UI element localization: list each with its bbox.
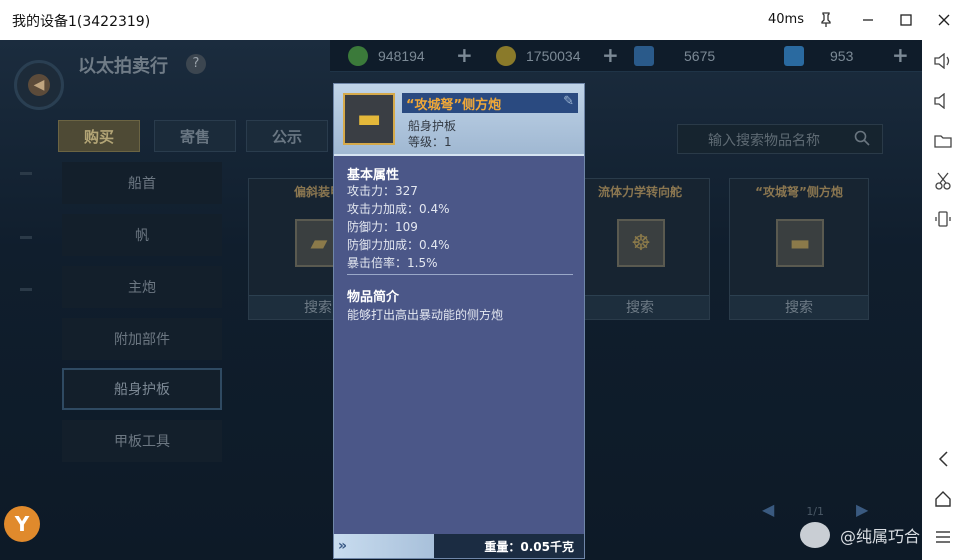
cannon-item-icon: ▬ (343, 93, 395, 145)
divider-dash (20, 236, 32, 239)
volume-down-icon[interactable] (930, 88, 956, 114)
maximize-icon[interactable] (892, 6, 920, 34)
category-hull-plate[interactable]: 船身护板 (62, 368, 222, 410)
app-logo[interactable]: Y (4, 506, 40, 542)
window-title: 我的设备1(3422319) (12, 14, 151, 30)
search-placeholder: 输入搜索物品名称 (708, 133, 820, 149)
intro-text: 能够打出高出暴动能的侧方炮 (347, 308, 504, 322)
resource-1-value: 948194 (378, 48, 425, 64)
item-name-text: “攻城弩”侧方炮 (406, 98, 502, 113)
menu-icon[interactable] (930, 524, 956, 550)
window-titlebar: 我的设备1(3422319) 40ms (0, 0, 964, 40)
category-sail[interactable]: 帆 (62, 214, 222, 256)
gold-coin-icon (496, 46, 516, 66)
item-weight: 重量：0.05千克 (484, 540, 574, 554)
category-attachments[interactable]: 附加部件 (62, 318, 222, 360)
close-icon[interactable] (930, 6, 958, 34)
rotate-icon[interactable] (930, 206, 956, 232)
popup-footer: » 重量：0.05千克 (334, 534, 584, 558)
blue-card-icon (634, 46, 654, 66)
pagination: ◀ 1/1 ▶ (762, 500, 868, 519)
tab-buy[interactable]: 购买 (58, 120, 140, 152)
add-resource-4-button[interactable]: + (892, 43, 909, 67)
green-coin-icon (348, 46, 368, 66)
item-type: 船身护板 (408, 119, 457, 133)
edit-icon[interactable]: ✎ (563, 94, 574, 109)
popup-header: ▬ “攻城弩”侧方炮 ✎ 船身护板 等级：1 (334, 84, 584, 156)
item-card[interactable]: 流体力学转向舵 ☸ 搜索 (570, 178, 710, 320)
resource-2: 1750034 (496, 46, 581, 66)
resource-4: 953 (784, 46, 853, 66)
attr-attack-bonus: 攻击力加成：0.4% (347, 202, 450, 216)
game-screen: 948194 + 1750034 + 5675 953 + ◀ 以太拍卖行 ? … (0, 40, 922, 560)
add-resource-1-button[interactable]: + (456, 43, 473, 67)
divider-dash (20, 288, 32, 291)
item-detail-popup[interactable]: ▬ “攻城弩”侧方炮 ✎ 船身护板 等级：1 基本属性 攻击力：327 攻击力加… (333, 83, 585, 559)
watermark-text: @纯属巧合 (840, 527, 921, 546)
item-name: “攻城弩”侧方炮 ✎ (402, 93, 578, 113)
pin-icon[interactable] (812, 6, 840, 34)
item-card-title: 流体力学转向舵 (597, 185, 682, 199)
item-meta: 船身护板 等级：1 (408, 118, 456, 150)
category-bow[interactable]: 船首 (62, 162, 222, 204)
tab-public[interactable]: 公示 (246, 120, 328, 152)
cannon-item-icon: ▬ (776, 219, 824, 267)
attr-crit: 暴击倍率：1.5% (347, 256, 438, 270)
page-title: 以太拍卖行 (78, 56, 168, 77)
next-page-icon[interactable]: ▶ (856, 500, 868, 519)
back-icon[interactable] (930, 446, 956, 472)
item-card-title: “攻城弩”侧方炮 (755, 185, 843, 199)
minimize-icon[interactable] (854, 6, 882, 34)
tab-consign[interactable]: 寄售 (154, 120, 236, 152)
scissors-icon[interactable] (930, 168, 956, 194)
volume-up-icon[interactable] (930, 48, 956, 74)
resource-3: 5675 (634, 46, 715, 66)
resource-1: 948194 (348, 46, 425, 66)
watermark: @纯属巧合 (800, 522, 920, 548)
prev-page-icon[interactable]: ◀ (762, 500, 774, 519)
intro-title: 物品简介 (347, 290, 400, 305)
popup-divider (347, 274, 573, 275)
category-deck-tools[interactable]: 甲板工具 (62, 420, 222, 462)
home-icon[interactable] (930, 486, 956, 512)
folder-icon[interactable] (930, 128, 956, 154)
category-main-cannon[interactable]: 主炮 (62, 266, 222, 308)
search-button[interactable]: 搜索 (730, 295, 868, 319)
search-input[interactable]: 输入搜索物品名称 (677, 124, 883, 154)
resource-4-value: 953 (830, 48, 854, 64)
basic-attr-title: 基本属性 (347, 168, 400, 183)
add-resource-2-button[interactable]: + (602, 43, 619, 67)
search-button[interactable]: 搜索 (571, 295, 709, 319)
attr-defense-bonus: 防御力加成：0.4% (347, 238, 450, 252)
resource-bar: 948194 + 1750034 + 5675 953 + (330, 40, 922, 72)
latency-label: 40ms (768, 12, 804, 27)
attr-attack: 攻击力：327 (347, 184, 418, 198)
divider-dash (20, 172, 32, 175)
rudder-item-icon: ☸ (617, 219, 665, 267)
help-icon[interactable]: ? (186, 54, 206, 74)
chevron-right-icon: » (334, 534, 434, 558)
attr-defense: 防御力：109 (347, 220, 418, 234)
back-button[interactable]: ◀ (14, 60, 64, 110)
page-number: 1/1 (806, 505, 825, 518)
blue-gem-icon (784, 46, 804, 66)
resource-2-value: 1750034 (526, 48, 581, 64)
search-icon[interactable] (854, 130, 870, 150)
wechat-icon (800, 522, 830, 548)
back-arrow-icon: ◀ (28, 74, 50, 96)
resource-3-value: 5675 (684, 48, 716, 64)
emulator-sidebar (922, 40, 964, 560)
item-card[interactable]: “攻城弩”侧方炮 ▬ 搜索 (729, 178, 869, 320)
item-level: 等级：1 (408, 135, 452, 149)
